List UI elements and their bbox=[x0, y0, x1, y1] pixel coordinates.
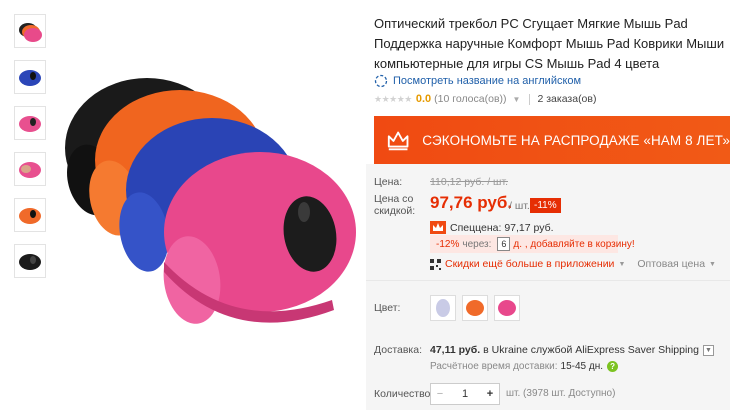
sale-banner[interactable]: СЭКОНОМЬТЕ НА РАСПРОДАЖЕ «НАМ 8 ЛЕТ» bbox=[374, 116, 730, 164]
current-price: 97,76 руб. bbox=[430, 193, 513, 212]
color-label: Цвет: bbox=[374, 302, 401, 314]
divider bbox=[366, 280, 730, 281]
shipping-info: 47,11 руб. в Ukraine службой AliExpress … bbox=[430, 344, 714, 356]
discount-badge: -11% bbox=[530, 198, 561, 213]
rating-row: ★★★★★ 0.0 (10 голоса(ов)) ▼ 2 заказа(ов) bbox=[374, 93, 596, 105]
wholesale-price-link[interactable]: Оптовая цена bbox=[637, 258, 705, 270]
discount-price-label: Цена со скидкой: bbox=[374, 193, 416, 217]
shipping-time-value: 15-45 дн. bbox=[560, 361, 604, 372]
product-title: Оптический трекбол PC Сгущает Мягкие Мыш… bbox=[374, 16, 725, 71]
thumbnail-3[interactable] bbox=[14, 106, 46, 140]
color-swatch-pink[interactable] bbox=[494, 295, 520, 321]
quantity-value[interactable]: 1 bbox=[456, 388, 474, 400]
crown-icon bbox=[430, 221, 446, 234]
chevron-down-icon[interactable]: ▼ bbox=[703, 344, 714, 356]
qr-code-icon bbox=[430, 258, 441, 270]
thumbnail-6[interactable] bbox=[14, 244, 46, 278]
crown-icon bbox=[387, 131, 409, 151]
increment-button[interactable]: + bbox=[481, 388, 499, 400]
main-product-image bbox=[52, 0, 362, 410]
special-price-text: Спеццена: 97,17 руб. bbox=[450, 221, 554, 234]
color-swatch-grey[interactable] bbox=[430, 295, 456, 321]
shipping-method: в Ukraine службой AliExpress Saver Shipp… bbox=[483, 344, 699, 356]
special-price: Спеццена: 97,17 руб. bbox=[430, 221, 554, 234]
price-unit: / шт. bbox=[509, 200, 530, 212]
decrement-button[interactable]: − bbox=[431, 388, 449, 400]
help-icon[interactable]: ? bbox=[607, 361, 619, 372]
product-info-panel: Оптический трекбол PC Сгущает Мягкие Мыш… bbox=[366, 0, 730, 410]
chevron-down-icon[interactable]: ▼ bbox=[709, 261, 716, 268]
shipping-price: 47,11 руб. bbox=[430, 344, 481, 356]
app-discount-link[interactable]: Скидки ещё больше в приложении bbox=[445, 258, 614, 270]
price-section: Цена: 110,12 руб. / шт. Цена со скидкой:… bbox=[366, 164, 730, 410]
chevron-down-icon[interactable]: ▼ bbox=[618, 261, 625, 268]
view-english-link[interactable]: Посмотреть название на английском bbox=[374, 74, 581, 88]
app-discount-row: Скидки ещё больше в приложении ▼ Оптовая… bbox=[430, 258, 716, 270]
star-rating-icon: ★★★★★ bbox=[374, 93, 412, 104]
quantity-available: шт. (3978 шт. Доступно) bbox=[506, 388, 616, 399]
promo-qty: 6 bbox=[497, 237, 511, 251]
globe-icon bbox=[374, 74, 388, 88]
rating-value: 0.0 bbox=[415, 93, 432, 105]
thumbnail-strip bbox=[14, 14, 46, 290]
orders-count: 2 заказа(ов) bbox=[537, 93, 597, 105]
thumbnail-4[interactable] bbox=[14, 152, 46, 186]
votes-link[interactable]: (10 голоса(ов)) bbox=[434, 93, 506, 105]
thumbnail-1[interactable] bbox=[14, 14, 46, 48]
chevron-down-icon[interactable]: ▼ bbox=[513, 95, 521, 104]
promo-line: -12% через: 6 д. , добавляйте в корзину! bbox=[430, 235, 635, 253]
quantity-stepper: − 1 + bbox=[430, 383, 500, 405]
view-english-label: Посмотреть название на английском bbox=[393, 75, 582, 87]
promo-tail: д. , добавляйте в корзину! bbox=[513, 238, 635, 250]
price-label: Цена: bbox=[374, 176, 403, 188]
quantity-label: Количество: bbox=[374, 388, 434, 400]
sale-banner-text: СЭКОНОМЬТЕ НА РАСПРОДАЖЕ «НАМ 8 ЛЕТ» bbox=[422, 132, 730, 148]
shipping-time: Расчётное время доставки: 15-45 дн. ? bbox=[430, 361, 619, 372]
thumbnail-5[interactable] bbox=[14, 198, 46, 232]
thumbnail-2[interactable] bbox=[14, 60, 46, 94]
promo-percent: -12% bbox=[436, 238, 460, 250]
shipping-label: Доставка: bbox=[374, 344, 423, 356]
divider bbox=[529, 93, 531, 105]
shipping-time-label: Расчётное время доставки: bbox=[430, 361, 558, 372]
color-swatch-orange[interactable] bbox=[462, 295, 488, 321]
promo-via: через: bbox=[462, 238, 492, 250]
old-price: 110,12 руб. / шт. bbox=[430, 176, 509, 188]
